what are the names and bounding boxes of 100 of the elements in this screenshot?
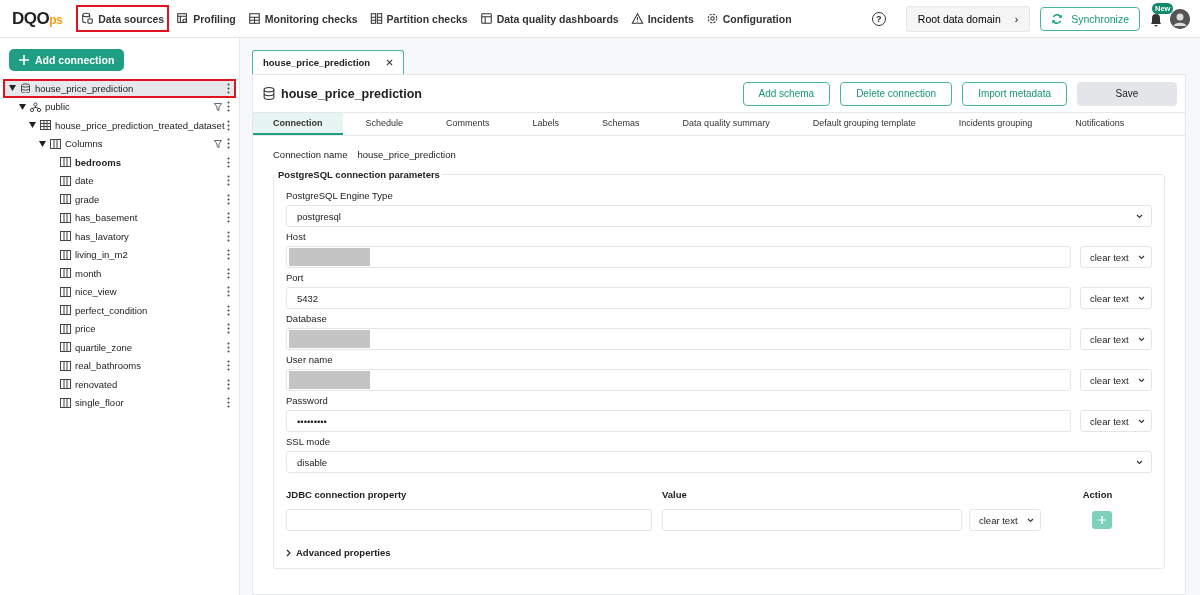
column-icon	[60, 194, 71, 205]
nav-item[interactable]: Configuration	[700, 5, 797, 32]
more-icon[interactable]	[227, 378, 230, 390]
more-icon[interactable]	[227, 212, 230, 224]
bell-icon[interactable]	[1150, 12, 1162, 27]
field-label: User name	[286, 354, 334, 365]
more-icon[interactable]	[227, 323, 230, 335]
tree-item[interactable]: house_price_prediction_treated_dataset	[3, 116, 236, 135]
caret-icon[interactable]	[39, 140, 46, 147]
tree-item[interactable]: price	[3, 319, 236, 338]
tree-item[interactable]: has_lavatory	[3, 227, 236, 246]
tree-item[interactable]: quartile_zone	[3, 338, 236, 357]
domain-button[interactable]: Root data domain ›	[905, 5, 1031, 32]
caret-icon[interactable]	[9, 85, 16, 92]
more-icon[interactable]	[227, 175, 230, 187]
field-label: Host	[286, 231, 307, 242]
select-field[interactable]: disable	[286, 451, 1152, 473]
tab[interactable]: Data quality summary	[662, 113, 790, 135]
tab[interactable]: Incidents grouping	[938, 113, 1053, 135]
tab[interactable]: Schemas	[582, 113, 660, 135]
more-icon[interactable]	[227, 249, 230, 261]
synchronize-button[interactable]: Synchronize	[1040, 6, 1140, 31]
tree-item[interactable]: single_floor	[3, 393, 236, 412]
tree-item[interactable]: month	[3, 264, 236, 283]
mode-dropdown[interactable]: clear text	[1080, 369, 1152, 391]
input-field[interactable]	[286, 509, 652, 531]
input-field[interactable]	[286, 246, 1071, 268]
nav-item[interactable]: Partition checks	[364, 5, 473, 32]
editor-tab[interactable]: house_price_prediction	[252, 50, 405, 74]
more-icon[interactable]	[227, 397, 230, 409]
input-field[interactable]: •••••••••	[286, 410, 1071, 432]
caret-icon[interactable]	[29, 122, 36, 129]
column-icon	[60, 397, 71, 408]
mode-dropdown[interactable]: clear text	[1080, 246, 1152, 268]
mode-dropdown[interactable]: clear text	[969, 509, 1041, 531]
action-button[interactable]: Delete connection	[840, 81, 953, 106]
tree-item[interactable]: renovated	[3, 375, 236, 394]
tab[interactable]: Default grouping template	[792, 113, 936, 135]
avatar-icon[interactable]	[1170, 8, 1190, 29]
tree-item[interactable]: grade	[3, 190, 236, 209]
more-icon[interactable]	[227, 156, 230, 168]
more-icon[interactable]	[227, 360, 230, 372]
input-field[interactable]	[286, 328, 1071, 350]
tree-item-label: quartile_zone	[75, 341, 134, 353]
column-icon	[60, 175, 71, 186]
caret-icon[interactable]	[19, 103, 26, 110]
field-label: SSL mode	[286, 436, 331, 447]
input-field[interactable]: 5432	[286, 287, 1071, 309]
more-icon[interactable]	[227, 119, 230, 131]
tree-item[interactable]: living_in_m2	[3, 245, 236, 264]
more-icon[interactable]	[227, 230, 230, 242]
settings-icon	[705, 12, 719, 25]
mode-dropdown[interactable]: clear text	[1080, 287, 1152, 309]
nav-item[interactable]: Profiling	[171, 5, 241, 32]
action-button[interactable]: Import metadata	[962, 81, 1067, 106]
nav-item[interactable]: Monitoring checks	[242, 5, 363, 32]
tree-item[interactable]: Columns	[3, 134, 236, 153]
column-icon	[60, 323, 71, 334]
tree-item[interactable]: bedrooms	[3, 153, 236, 172]
tree-item[interactable]: date	[3, 171, 236, 190]
nav-item[interactable]: Data quality dashboards	[474, 5, 624, 32]
tree-item[interactable]: perfect_condition	[3, 301, 236, 320]
tree-item-label: bedrooms	[75, 156, 122, 168]
tree-item[interactable]: real_bathrooms	[3, 356, 236, 375]
nav-item[interactable]: Data sources	[76, 5, 170, 32]
action-button[interactable]: Add schema	[742, 81, 831, 106]
input-field[interactable]	[662, 509, 962, 531]
chevron-down-icon	[1138, 377, 1145, 383]
more-icon[interactable]	[227, 82, 230, 94]
input-field[interactable]	[286, 369, 1071, 391]
tree-item-label: grade	[75, 193, 101, 205]
more-icon[interactable]	[227, 341, 230, 353]
chevron-down-icon	[1138, 336, 1145, 342]
mode-dropdown[interactable]: clear text	[1080, 328, 1152, 350]
field-label: Connection name	[273, 149, 348, 160]
tree-item[interactable]: nice_view	[3, 282, 236, 301]
chevron-right-icon	[286, 548, 291, 557]
tree-item[interactable]: public	[3, 97, 236, 116]
select-field[interactable]: postgresql	[286, 205, 1152, 227]
column-icon	[60, 360, 71, 371]
nav-item[interactable]: Incidents	[625, 5, 699, 32]
logo[interactable]: DQOps	[12, 8, 63, 29]
more-icon[interactable]	[227, 304, 230, 316]
tab[interactable]: Schedule	[345, 113, 424, 135]
tree-item[interactable]: has_basement	[3, 208, 236, 227]
more-icon[interactable]	[227, 286, 230, 298]
more-icon[interactable]	[227, 267, 230, 279]
more-icon[interactable]	[227, 193, 230, 205]
tab[interactable]: Notifications	[1055, 113, 1145, 135]
tab[interactable]: Connection	[253, 113, 343, 135]
tree-item[interactable]: house_price_prediction	[3, 79, 236, 98]
mode-dropdown[interactable]: clear text	[1080, 410, 1152, 432]
more-icon[interactable]	[227, 138, 230, 150]
more-icon[interactable]	[227, 101, 230, 113]
filter-icon[interactable]	[214, 139, 222, 148]
close-icon[interactable]	[386, 59, 394, 66]
advanced-properties-toggle[interactable]: Advanced properties	[286, 547, 1152, 558]
filter-icon[interactable]	[214, 102, 222, 111]
tab[interactable]: Comments	[426, 113, 510, 135]
tab[interactable]: Labels	[512, 113, 580, 135]
